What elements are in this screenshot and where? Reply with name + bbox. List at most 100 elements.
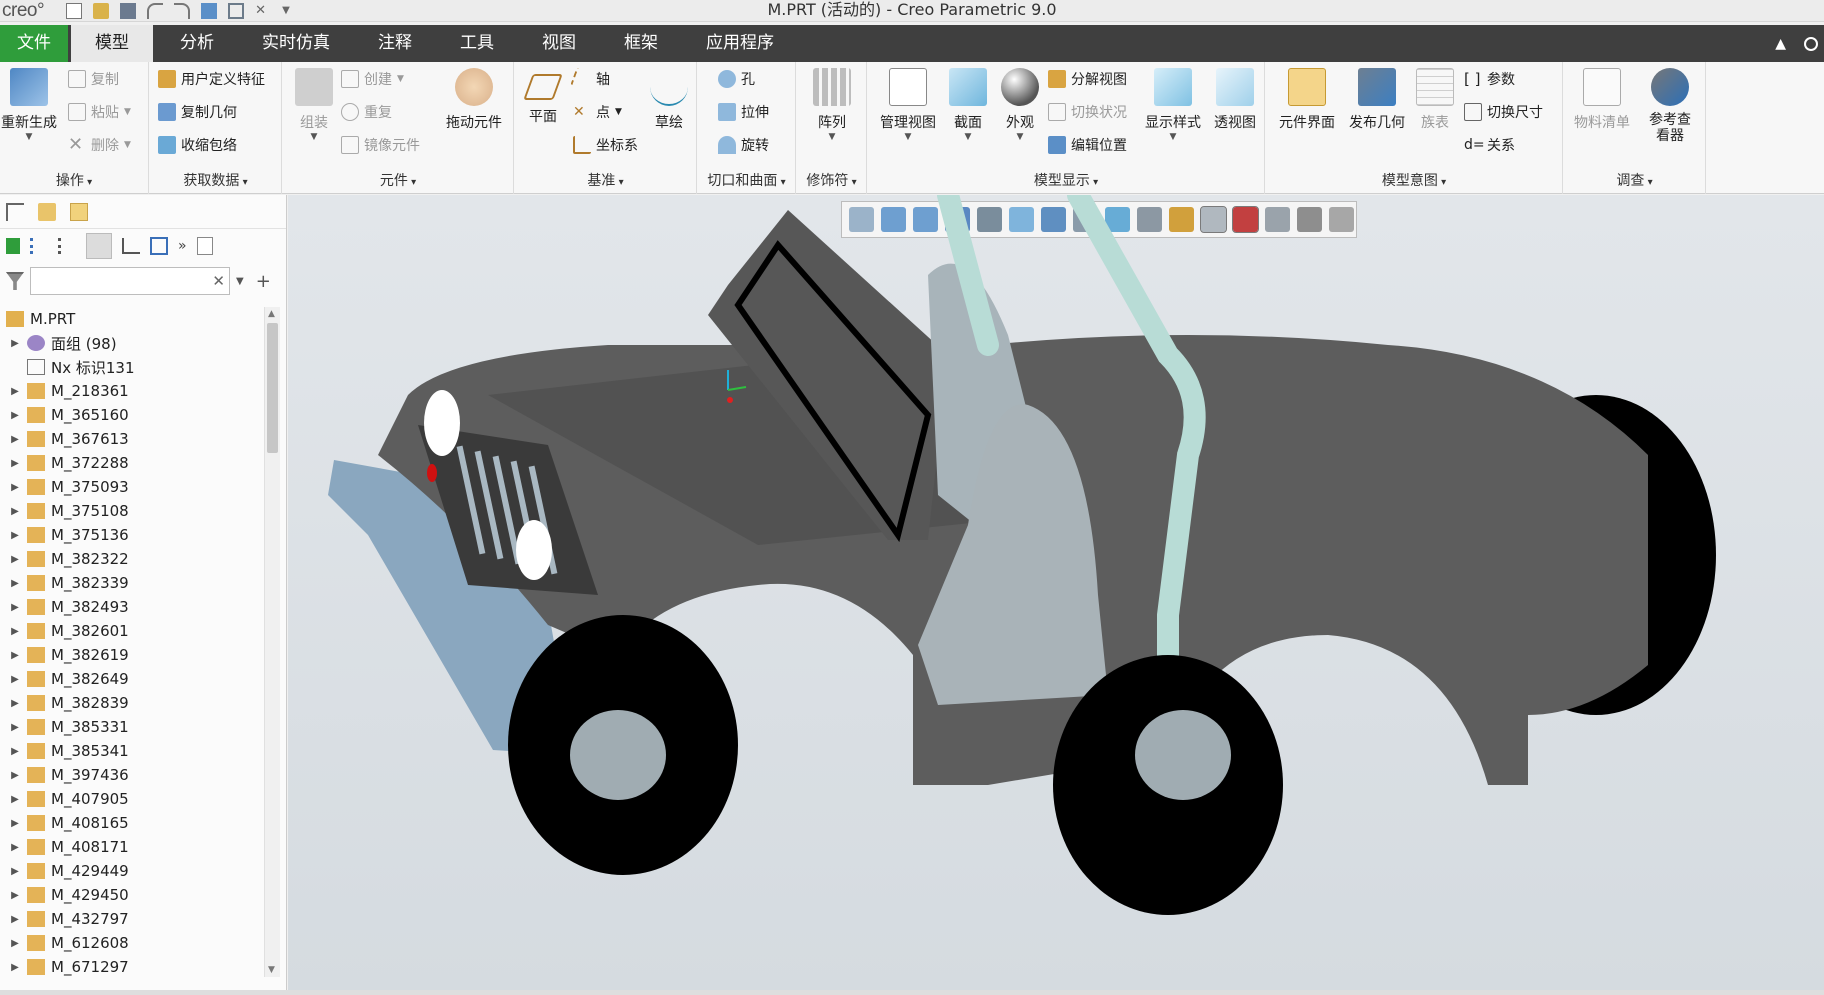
manage-views-button[interactable]: 管理视图 ▼ [876,68,940,142]
model-tree-tab-icon[interactable] [6,202,24,221]
point-button[interactable]: ✕ 点 ▼ [573,101,622,123]
edit-position-button[interactable]: 编辑位置 [1048,134,1127,156]
tab-tools[interactable]: 工具 [436,25,518,62]
publish-geometry-button[interactable]: 发布几何 [1344,68,1410,132]
tree-item[interactable]: ▶ M_671297 [0,955,262,979]
expand-arrow-icon[interactable]: ▶ [8,410,22,421]
component-interface-button[interactable]: 元件界面 [1274,68,1340,132]
group-label-modifiers[interactable]: 修饰符 [797,170,866,190]
shrinkwrap-button[interactable]: 收缩包络 [158,134,237,156]
jeep-model[interactable] [288,195,1824,990]
tree-item[interactable]: Nx 标识131 [0,355,262,379]
expand-arrow-icon[interactable]: ▶ [8,482,22,493]
expand-arrow-icon[interactable]: ▶ [8,338,22,349]
group-label-model-display[interactable]: 模型显示 [868,170,1264,190]
group-label-operations[interactable]: 操作 [0,170,148,190]
expand-arrow-icon[interactable]: ▶ [8,890,22,901]
hole-button[interactable]: 孔 [718,68,755,90]
switch-dimensions-button[interactable]: 切换尺寸 [1464,101,1543,123]
tree-item[interactable]: ▶ M_408165 [0,811,262,835]
group-label-cut-surface[interactable]: 切口和曲面 [698,170,795,190]
tree-item[interactable]: ▶ M_382601 [0,619,262,643]
repeat-button[interactable]: 重复 [341,101,392,123]
assemble-button[interactable]: 组装 ▼ [289,68,339,142]
tree-item[interactable]: ▶ M_429449 [0,859,262,883]
tab-file[interactable]: 文件 [0,25,68,62]
tab-applications[interactable]: 应用程序 [682,25,798,62]
section-button[interactable]: 截面 ▼ [944,68,992,142]
tree-item[interactable]: ▶ M_408171 [0,835,262,859]
parameters-button[interactable]: [ ] 参数 [1464,68,1515,90]
tree-search-input[interactable] [31,268,201,294]
mirror-component-button[interactable]: 镜像元件 [341,134,420,156]
expand-arrow-icon[interactable]: ▶ [8,698,22,709]
group-label-datum[interactable]: 基准 [515,170,696,190]
expand-arrow-icon[interactable]: ▶ [8,842,22,853]
tree-display-icon[interactable] [6,238,20,254]
copy-button[interactable]: 复制 [68,68,119,90]
axis-button[interactable]: 轴 [570,67,610,91]
family-table-button[interactable]: 族表 [1412,68,1458,132]
tab-live-simulation[interactable]: 实时仿真 [238,25,354,62]
favorites-tab-icon[interactable] [70,202,88,221]
expand-arrow-icon[interactable]: ▶ [8,746,22,757]
expand-arrow-icon[interactable]: ▶ [8,962,22,973]
tree-notes-icon[interactable] [196,237,213,255]
group-label-component[interactable]: 元件 [283,170,513,190]
tree-item[interactable]: ▶ M_612608 [0,931,262,955]
tab-analysis[interactable]: 分析 [156,25,238,62]
expand-arrow-icon[interactable]: ▶ [8,650,22,661]
tree-item[interactable]: ▶ M_372288 [0,451,262,475]
toggle-status-button[interactable]: 切换状况 [1048,101,1127,123]
expand-arrow-icon[interactable]: ▶ [8,578,22,589]
graphics-window[interactable] [288,195,1824,990]
tab-model[interactable]: 模型 [71,25,153,62]
tree-item[interactable]: ▶ M_382493 [0,595,262,619]
windows-icon[interactable] [228,2,245,19]
tree-item[interactable]: ▶ M_397436 [0,763,262,787]
copy-geometry-button[interactable]: 复制几何 [158,101,237,123]
expand-arrow-icon[interactable]: ▶ [8,818,22,829]
tree-item[interactable]: ▶ M_429450 [0,883,262,907]
tree-item[interactable]: ▶ M_375108 [0,499,262,523]
tree-item[interactable]: ▶ M_382649 [0,667,262,691]
scroll-down-icon[interactable]: ▼ [268,965,275,975]
tree-filter-icon[interactable] [122,238,140,254]
csys-button[interactable]: 坐标系 [573,134,638,156]
open-file-icon[interactable] [93,2,110,19]
close-window-icon[interactable]: ✕ [255,3,271,19]
tree-item[interactable]: ▶ M_382339 [0,571,262,595]
folder-browser-tab-icon[interactable] [38,202,56,221]
perspective-view-button[interactable]: 透视图 [1208,68,1262,132]
expand-arrow-icon[interactable]: ▶ [8,386,22,397]
search-dropdown-icon[interactable]: ▼ [236,276,244,287]
tree-item[interactable]: ▶ M_432797 [0,907,262,931]
clear-search-icon[interactable]: ✕ [212,272,225,290]
tree-list-icon[interactable] [30,238,48,254]
create-button[interactable]: 创建 ▼ [341,68,404,90]
expand-arrow-icon[interactable]: ▶ [8,914,22,925]
tree-item[interactable]: ▶ M_382839 [0,691,262,715]
reference-viewer-button[interactable]: 参考查看器 [1636,68,1704,144]
more-tools-icon[interactable]: » [178,238,187,254]
tree-item[interactable]: ▶ M_407905 [0,787,262,811]
redo-icon[interactable] [174,2,191,19]
new-file-icon[interactable] [66,2,83,19]
tree-columns-icon[interactable] [86,233,112,259]
regenerate-icon[interactable] [201,2,218,19]
tab-annotate[interactable]: 注释 [354,25,436,62]
expand-arrow-icon[interactable]: ▶ [8,626,22,637]
scroll-thumb[interactable] [267,323,278,453]
undo-icon[interactable] [147,2,164,19]
help-icon[interactable] [1804,36,1818,51]
tree-item[interactable]: ▶ M_382619 [0,643,262,667]
delete-button[interactable]: ✕ 删除 ▼ [68,134,131,156]
sketch-button[interactable]: 草绘 [645,68,693,132]
expand-arrow-icon[interactable]: ▶ [8,434,22,445]
tree-item[interactable]: ▶ M_375093 [0,475,262,499]
paste-button[interactable]: 粘贴 ▼ [68,101,131,123]
expand-arrow-icon[interactable]: ▶ [8,938,22,949]
regenerate-button[interactable]: 重新生成 ▼ [0,68,58,142]
tree-root[interactable]: M.PRT [0,307,262,331]
tree-item[interactable]: ▶ 面组 (98) [0,331,262,355]
